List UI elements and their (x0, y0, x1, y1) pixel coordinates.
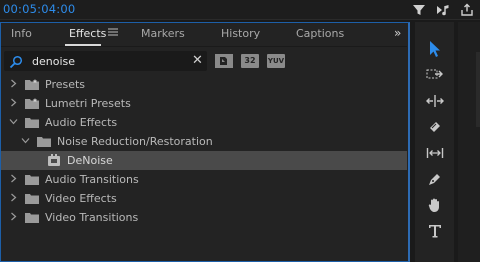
search-box: ✕ (4, 51, 207, 71)
folder-icon (25, 194, 39, 204)
pen-tool-icon[interactable] (424, 168, 446, 190)
folder-icon (37, 137, 51, 147)
chevron-down-icon[interactable] (21, 136, 30, 145)
search-input[interactable] (32, 53, 187, 69)
chevron-right-icon[interactable] (9, 212, 18, 221)
search-icon (9, 54, 23, 69)
effect-icon (48, 154, 60, 166)
tree-item-label: Video Effects (45, 192, 117, 205)
tree-item-presets[interactable]: Presets (1, 75, 407, 94)
folder-icon (25, 118, 39, 128)
tree-item-lumetri-presets[interactable]: Lumetri Presets (1, 94, 407, 113)
tab-history[interactable]: History (221, 27, 260, 40)
top-bar: 00:05:04:00 (0, 0, 480, 20)
yuv-filter-button[interactable]: YUV (267, 54, 285, 68)
audio-icon[interactable] (436, 2, 450, 16)
tree-item-label: Audio Effects (45, 116, 118, 129)
tree-item-audio-effects[interactable]: Audio Effects (1, 113, 407, 132)
tree-item-denoise[interactable]: DeNoise (1, 151, 407, 170)
search-row: ✕ 32 YUV (1, 49, 407, 73)
folder-icon (25, 175, 39, 185)
tree-item-noise-reduction[interactable]: Noise Reduction/Restoration (1, 132, 407, 151)
timeline-edge (458, 22, 480, 262)
accelerated-effects-filter-button[interactable] (215, 54, 233, 68)
razor-tool-icon[interactable] (424, 116, 446, 138)
tree-item-video-transitions[interactable]: Video Transitions (1, 208, 407, 227)
folder-star-icon (25, 98, 39, 109)
tab-info[interactable]: Info (11, 27, 32, 40)
top-icons (412, 2, 474, 16)
chevron-right-icon[interactable] (9, 193, 18, 202)
chevron-right-icon[interactable] (9, 174, 18, 183)
folder-icon (25, 213, 39, 223)
folder-star-icon (25, 79, 39, 90)
track-select-tool-icon[interactable] (424, 64, 446, 86)
chevron-down-icon[interactable] (9, 117, 18, 126)
tree-item-label: Audio Transitions (45, 173, 139, 186)
funnel-icon[interactable] (412, 2, 426, 16)
effects-panel: Info Effects Markers History Captions » … (0, 22, 410, 262)
panel-tabs: Info Effects Markers History Captions » (1, 23, 407, 47)
tree-item-audio-transitions[interactable]: Audio Transitions (1, 170, 407, 189)
timecode-display[interactable]: 00:05:04:00 (3, 2, 75, 16)
ripple-edit-tool-icon[interactable] (424, 90, 446, 112)
slip-tool-icon[interactable] (424, 142, 446, 164)
hand-tool-icon[interactable] (424, 194, 446, 216)
chevron-right-icon[interactable] (9, 98, 18, 107)
type-tool-icon[interactable] (424, 220, 446, 242)
divider (476, 52, 480, 127)
chevron-right-icon[interactable] (9, 79, 18, 88)
double-chevron-right-icon[interactable]: » (394, 26, 401, 40)
export-icon[interactable] (460, 2, 474, 16)
tree-item-video-effects[interactable]: Video Effects (1, 189, 407, 208)
tab-captions[interactable]: Captions (296, 27, 344, 40)
tree-item-label: Lumetri Presets (45, 97, 131, 110)
clear-search-icon[interactable]: ✕ (192, 53, 203, 69)
active-tab-indicator (65, 44, 101, 46)
tab-effects[interactable]: Effects (69, 27, 106, 40)
tree-item-label: Video Transitions (45, 211, 139, 224)
tree-item-label: Presets (45, 78, 86, 91)
tab-markers[interactable]: Markers (141, 27, 185, 40)
tools-panel (415, 22, 454, 262)
tree-item-label: Noise Reduction/Restoration (57, 135, 213, 148)
selection-tool-icon[interactable] (424, 38, 446, 60)
32-bit-color-filter-button[interactable]: 32 (241, 54, 259, 68)
hamburger-icon[interactable] (108, 27, 118, 40)
tree-item-label: DeNoise (67, 154, 113, 167)
